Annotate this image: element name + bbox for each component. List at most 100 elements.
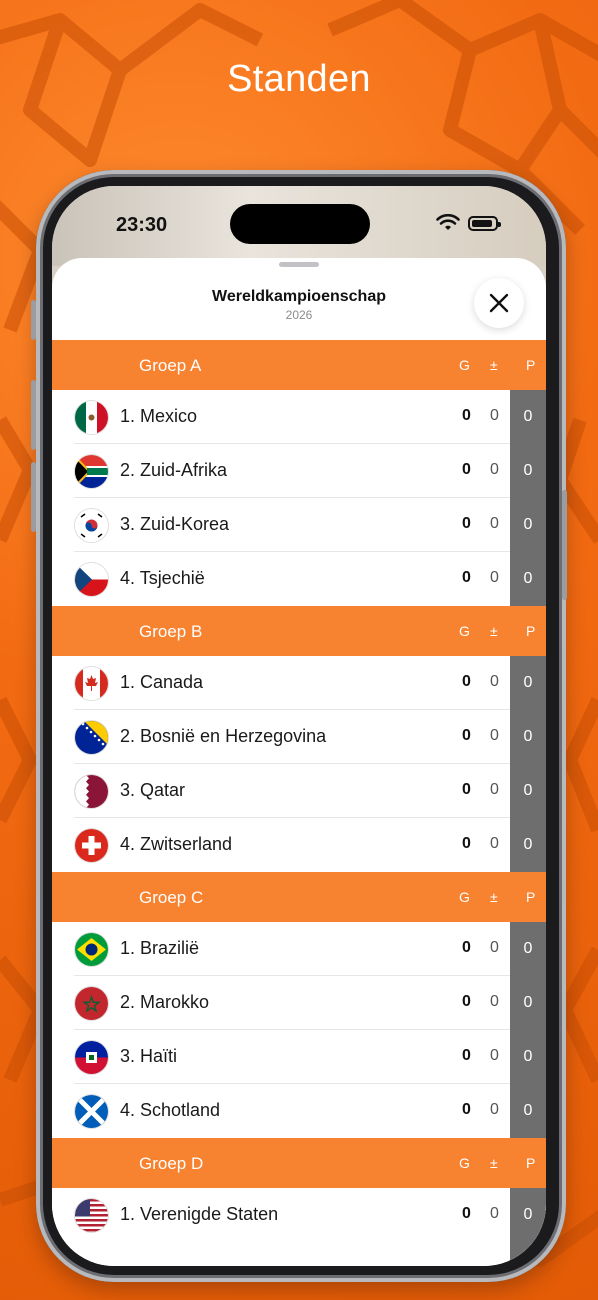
column-header-p: P [526,357,536,373]
team-row[interactable]: 1. Verenigde Staten 0 0 0 [52,1188,546,1242]
points: 0 [510,1030,546,1084]
points: 0 [510,1188,546,1242]
column-header-p: P [526,623,536,639]
team-row[interactable]: 4. Schotland 0 0 0 [52,1084,546,1138]
games-played: 0 [462,1101,471,1118]
points: 0 [510,498,546,552]
column-header-pm: ± [490,357,498,373]
points: 0 [510,1084,546,1138]
team-row[interactable]: 4. Tsjechië 0 0 0 [52,552,546,606]
team-name: 2. Bosnië en Herzegovina [120,726,327,746]
team-name: 1. Canada [120,672,204,692]
games-played: 0 [462,569,471,586]
standings-table: Groep A G ± P 1. Mexico 0 0 0 2. Zuid-Afrika 0 0 0 3… [52,340,546,1266]
group-header: Groep D G ± P [52,1138,546,1188]
team-row-partial[interactable] [52,1242,546,1266]
column-header-p: P [526,889,536,905]
games-played: 0 [462,939,471,956]
column-header-g: G [459,1155,470,1171]
group-name: Groep D [139,1154,204,1173]
games-played: 0 [462,1205,471,1222]
haiti-flag-icon [75,1041,108,1074]
south-korea-flag-icon [75,509,108,542]
team-name: 2. Zuid-Afrika [120,460,228,480]
bosnia-flag-icon [75,721,108,754]
team-row[interactable]: 2. Bosnië en Herzegovina 0 0 0 [52,710,546,764]
goal-difference: 0 [490,569,499,586]
group-name: Groep B [139,622,203,641]
points: 0 [510,444,546,498]
group-name: Groep A [139,356,202,375]
goal-difference: 0 [490,781,499,798]
standings-sheet: Wereldkampioenschap 2026 Groep A G ± P 1. Me… [52,258,546,1266]
points-column-fill [510,1242,546,1266]
brazil-flag-icon [75,933,108,966]
games-played: 0 [462,673,471,690]
goal-difference: 0 [490,1101,499,1118]
team-name: 4. Zwitserland [120,834,233,854]
czechia-flag-icon [75,563,108,596]
team-row[interactable]: 1. Mexico 0 0 0 [52,390,546,444]
team-row[interactable]: 3. Zuid-Korea 0 0 0 [52,498,546,552]
team-name: 1. Verenigde Staten [120,1204,279,1224]
close-icon [489,293,509,313]
points: 0 [510,764,546,818]
games-played: 0 [462,515,471,532]
canada-flag-icon [75,667,108,700]
team-row[interactable]: 2. Marokko 0 0 0 [52,976,546,1030]
team-name: 4. Tsjechië [120,568,205,588]
column-header-g: G [459,623,470,639]
goal-difference: 0 [490,993,499,1010]
morocco-flag-icon [75,987,108,1020]
team-row[interactable]: 1. Canada 0 0 0 [52,656,546,710]
column-header-pm: ± [490,623,498,639]
wifi-icon [436,214,460,230]
team-name: 2. Marokko [120,992,210,1012]
close-button[interactable] [474,278,524,328]
team-row[interactable]: 2. Zuid-Afrika 0 0 0 [52,444,546,498]
goal-difference: 0 [490,515,499,532]
group-header: Groep B G ± P [52,606,546,656]
team-name: 3. Haïti [120,1046,178,1066]
team-row[interactable]: 3. Haïti 0 0 0 [52,1030,546,1084]
south-africa-flag-icon [75,455,108,488]
goal-difference: 0 [490,673,499,690]
phone-screen: 23:30 Wereldkampioenschap 2026 Groep A G ±… [52,186,546,1266]
phone-action-button [31,300,36,340]
goal-difference: 0 [490,939,499,956]
mexico-flag-icon [75,401,108,434]
dynamic-island [230,204,370,244]
battery-icon [468,216,501,231]
games-played: 0 [462,781,471,798]
team-name: 1. Brazilië [120,938,200,958]
games-played: 0 [462,727,471,744]
goal-difference: 0 [490,1047,499,1064]
sheet-grabber[interactable] [279,262,319,267]
points: 0 [510,552,546,606]
team-row[interactable]: 4. Zwitserland 0 0 0 [52,818,546,872]
team-name: 4. Schotland [120,1100,221,1120]
team-name: 3. Zuid-Korea [120,514,230,534]
sheet-title: Wereldkampioenschap [212,288,386,305]
page-headline: Standen [227,58,371,100]
usa-flag-icon [75,1199,108,1232]
games-played: 0 [462,1047,471,1064]
points: 0 [510,656,546,710]
column-header-pm: ± [490,1155,498,1171]
phone-volume-up-button [31,380,36,450]
status-time: 23:30 [116,214,168,236]
team-name: 1. Mexico [120,406,198,426]
team-row[interactable]: 3. Qatar 0 0 0 [52,764,546,818]
sheet-subtitle: 2026 [285,308,313,322]
team-row[interactable]: 1. Brazilië 0 0 0 [52,922,546,976]
games-played: 0 [462,461,471,478]
column-header-g: G [459,889,470,905]
points: 0 [510,976,546,1030]
games-played: 0 [462,407,471,424]
scotland-flag-icon [75,1095,108,1128]
points: 0 [510,818,546,872]
goal-difference: 0 [490,727,499,744]
goal-difference: 0 [490,407,499,424]
games-played: 0 [462,835,471,852]
team-name: 3. Qatar [120,780,186,800]
